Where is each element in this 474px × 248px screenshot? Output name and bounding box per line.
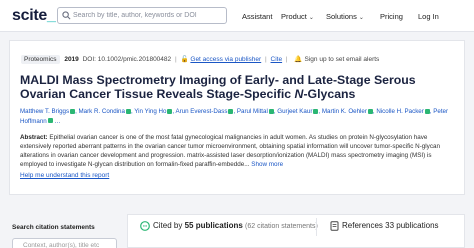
chevron-down-icon: ⌄ xyxy=(358,15,364,21)
email-alerts-link[interactable]: Sign up to set email alerts xyxy=(305,56,380,63)
author-link[interactable]: Nicolle H. Packer xyxy=(376,108,423,115)
orcid-icon xyxy=(47,118,53,124)
unlock-icon: 🔓 xyxy=(180,56,189,63)
citation-search-input[interactable] xyxy=(12,238,117,248)
nav-product[interactable]: Product ⌄ xyxy=(281,12,314,21)
quote-bubble-icon xyxy=(140,221,150,231)
abstract: Abstract: Epithelial ovarian cancer is o… xyxy=(20,133,460,169)
bell-icon: 🔔 xyxy=(294,56,303,63)
divider: | xyxy=(285,56,288,63)
citation-search-label: Search citation statements xyxy=(12,224,95,231)
orcid-icon xyxy=(367,108,373,114)
divider: | xyxy=(174,56,177,63)
author-link[interactable]: Matthew T. Briggs xyxy=(20,108,69,115)
paper-meta: Proteomics 2019 DOI: 10.1002/pmic.201800… xyxy=(21,55,379,64)
abstract-text: Epithelial ovarian cancer is one of the … xyxy=(20,134,440,168)
divider: | xyxy=(265,56,267,63)
abstract-label: Abstract: xyxy=(20,134,48,141)
publication-year: 2019 xyxy=(64,56,79,63)
references-label: References xyxy=(342,221,386,231)
orcid-icon xyxy=(70,108,76,114)
search-icon xyxy=(62,11,71,20)
tab-cited-by[interactable]: Cited by 55 publications (62 citation st… xyxy=(140,221,318,231)
chevron-down-icon: ⌄ xyxy=(308,15,314,21)
cited-stats: (62 citation statements) xyxy=(245,223,318,231)
search-input[interactable] xyxy=(73,8,223,23)
author-link[interactable]: Gurjeet Kaur xyxy=(277,108,312,115)
orcid-icon xyxy=(167,108,173,114)
title-part-1: MALDI Mass Spectrometry Imaging of Early… xyxy=(20,73,416,101)
top-navigation-bar: scite_↗ Assistant Product⌄ Solutions⌄ Pr… xyxy=(0,0,474,32)
author-link[interactable]: Arun Everest-Dass xyxy=(176,108,228,115)
orcid-icon xyxy=(125,108,131,114)
nav-login[interactable]: Log In xyxy=(418,12,439,21)
nav-product-label: Product xyxy=(281,12,307,21)
cite-link[interactable]: Cite xyxy=(271,56,283,63)
logo-underscore: _ xyxy=(46,7,56,24)
nav-assistant[interactable]: Assistant xyxy=(242,12,272,21)
paper-title: MALDI Mass Spectrometry Imaging of Early… xyxy=(20,73,460,101)
cited-count: 55 publications xyxy=(184,221,243,231)
title-part-2: -Glycans xyxy=(303,87,356,101)
author-link[interactable]: Martin K. Oehler xyxy=(322,108,367,115)
summarize-link[interactable]: Help me understand this report xyxy=(20,172,109,179)
journal-badge[interactable]: Proteomics xyxy=(21,55,60,64)
author-list: Matthew T. Briggs, Mark R. Condina, Yin … xyxy=(20,108,449,125)
global-search[interactable] xyxy=(57,7,227,24)
orcid-icon xyxy=(268,108,274,114)
orcid-icon xyxy=(228,108,234,114)
cited-prefix: Cited by xyxy=(153,221,185,231)
references-count: 33 publications xyxy=(385,221,439,231)
orcid-icon xyxy=(313,108,319,114)
nav-solutions-label: Solutions xyxy=(326,12,357,21)
tab-references[interactable]: References 33 publications xyxy=(330,221,439,231)
document-icon xyxy=(330,221,339,231)
show-more-link[interactable]: Show more xyxy=(251,161,283,168)
author-link[interactable]: Parul Mittal xyxy=(237,108,268,115)
logo-text: scite xyxy=(12,7,47,24)
author-link[interactable]: Mark R. Condina xyxy=(79,108,125,115)
doi[interactable]: DOI: 10.1002/pmic.201800482 xyxy=(83,56,172,63)
orcid-icon xyxy=(424,108,430,114)
nav-pricing[interactable]: Pricing xyxy=(380,12,403,21)
authors-more[interactable]: … xyxy=(54,118,60,125)
nav-solutions[interactable]: Solutions ⌄ xyxy=(326,12,364,21)
tab-divider xyxy=(316,218,317,236)
citation-tabs: Cited by 55 publications (62 citation st… xyxy=(127,214,465,248)
access-link[interactable]: Get access via publisher xyxy=(190,56,261,63)
paper-card: Proteomics 2019 DOI: 10.1002/pmic.201800… xyxy=(9,40,465,195)
author-link[interactable]: Yin Ying Ho xyxy=(134,108,166,115)
